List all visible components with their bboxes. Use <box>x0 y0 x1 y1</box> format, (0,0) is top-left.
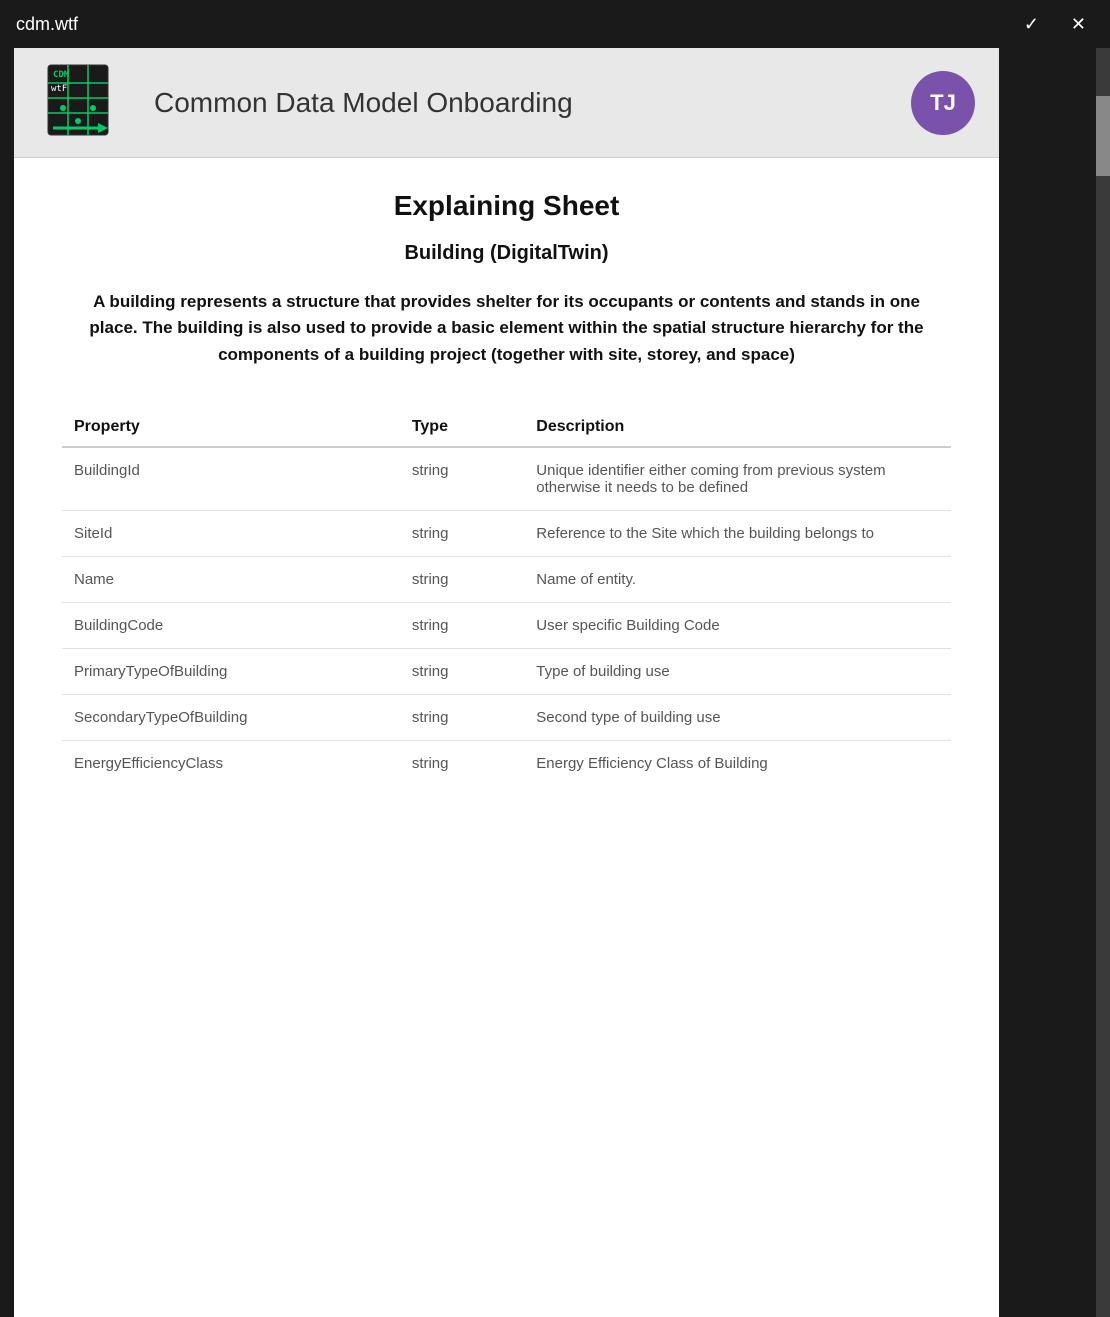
cell-description: User specific Building Code <box>524 603 951 649</box>
table-row: EnergyEfficiencyClassstringEnergy Effici… <box>62 741 951 787</box>
cell-description: Second type of building use <box>524 695 951 741</box>
entity-description: A building represents a structure that p… <box>62 289 951 368</box>
col-header-description: Description <box>524 408 951 447</box>
cell-property: Name <box>62 557 400 603</box>
entity-title: Building (DigitalTwin) <box>62 242 951 265</box>
table-row: BuildingIdstringUnique identifier either… <box>62 447 951 511</box>
scrollbar-track <box>1096 48 1110 1317</box>
avatar-initials: TJ <box>930 90 956 116</box>
cell-type: string <box>400 741 524 787</box>
avatar[interactable]: TJ <box>911 71 975 135</box>
cell-description: Type of building use <box>524 649 951 695</box>
cell-description: Energy Efficiency Class of Building <box>524 741 951 787</box>
minimize-button[interactable]: ✓ <box>1016 10 1047 39</box>
cell-property: BuildingCode <box>62 603 400 649</box>
cell-type: string <box>400 649 524 695</box>
cell-property: EnergyEfficiencyClass <box>62 741 400 787</box>
page-content: Explaining Sheet Building (DigitalTwin) … <box>14 158 999 1317</box>
close-button[interactable]: ✕ <box>1063 10 1094 39</box>
page-title: Explaining Sheet <box>62 190 951 222</box>
properties-table: Property Type Description BuildingIdstri… <box>62 408 951 786</box>
window-title: cdm.wtf <box>16 14 78 35</box>
logo-container: CDM wtF <box>38 60 138 145</box>
window-controls: ✓ ✕ <box>1016 10 1094 39</box>
svg-text:CDM: CDM <box>53 70 70 80</box>
table-row: PrimaryTypeOfBuildingstringType of build… <box>62 649 951 695</box>
cell-description: Reference to the Site which the building… <box>524 511 951 557</box>
cell-type: string <box>400 447 524 511</box>
app-header: CDM wtF Common Data Model Onboarding TJ <box>14 48 999 158</box>
cell-type: string <box>400 603 524 649</box>
cell-type: string <box>400 511 524 557</box>
app-title: Common Data Model Onboarding <box>154 87 911 119</box>
cell-description: Unique identifier either coming from pre… <box>524 447 951 511</box>
cell-type: string <box>400 557 524 603</box>
table-row: NamestringName of entity. <box>62 557 951 603</box>
table-row: BuildingCodestringUser specific Building… <box>62 603 951 649</box>
window-content: CDM wtF Common Data Model Onboarding TJ … <box>14 48 999 1317</box>
table-header-row: Property Type Description <box>62 408 951 447</box>
cell-type: string <box>400 695 524 741</box>
cell-property: SecondaryTypeOfBuilding <box>62 695 400 741</box>
col-header-property: Property <box>62 408 400 447</box>
svg-text:wtF: wtF <box>51 84 67 94</box>
table-row: SiteIdstringReference to the Site which … <box>62 511 951 557</box>
cell-property: SiteId <box>62 511 400 557</box>
cell-property: PrimaryTypeOfBuilding <box>62 649 400 695</box>
col-header-type: Type <box>400 408 524 447</box>
title-bar: cdm.wtf ✓ ✕ <box>0 0 1110 48</box>
cell-property: BuildingId <box>62 447 400 511</box>
table-row: SecondaryTypeOfBuildingstringSecond type… <box>62 695 951 741</box>
app-logo: CDM wtF <box>43 63 133 143</box>
scrollbar-thumb[interactable] <box>1096 96 1110 176</box>
cell-description: Name of entity. <box>524 557 951 603</box>
